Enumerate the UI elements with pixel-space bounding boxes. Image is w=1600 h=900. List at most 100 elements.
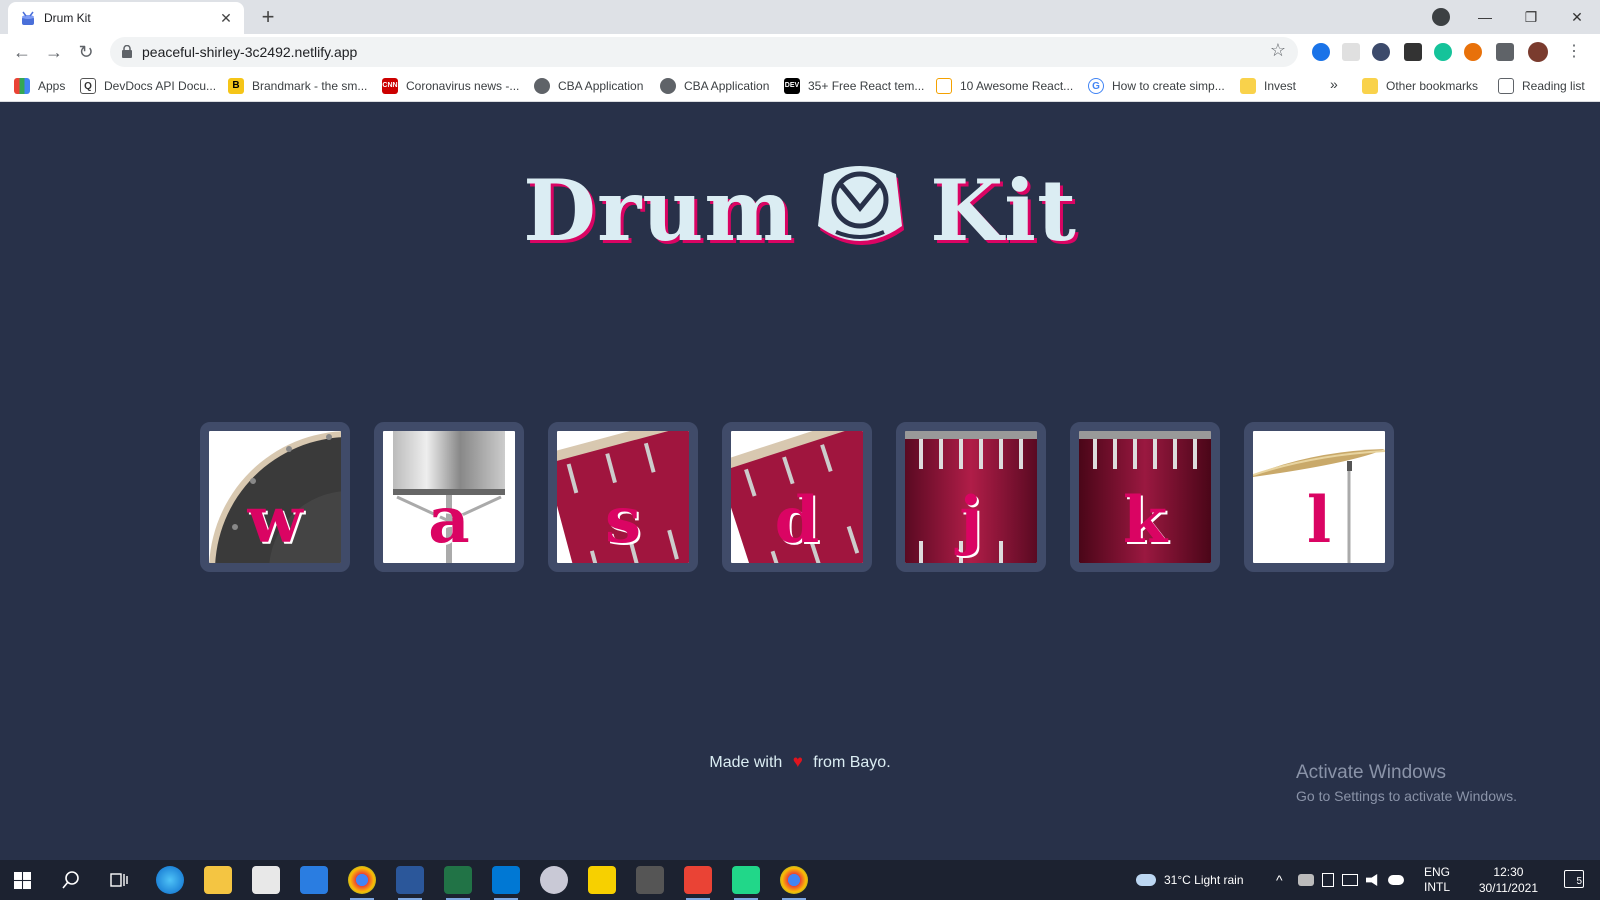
word-icon[interactable]	[396, 866, 424, 900]
key-label-j: j	[959, 483, 983, 558]
edge-icon[interactable]	[156, 866, 184, 894]
bookmark-invest[interactable]: Invest	[1240, 78, 1296, 94]
globe-icon	[660, 78, 676, 94]
search-icon[interactable]	[62, 871, 80, 889]
folder-icon	[1240, 78, 1256, 94]
mail-icon[interactable]	[300, 866, 328, 894]
app-icon[interactable]	[636, 866, 664, 894]
close-window-button[interactable]: ✕	[1554, 0, 1600, 34]
url-text: peaceful-shirley-3c2492.netlify.app	[142, 44, 358, 60]
bookmark-other[interactable]: Other bookmarks	[1362, 78, 1478, 94]
key-label-a: a	[428, 483, 470, 558]
browser-tab[interactable]: Drum Kit ✕	[8, 2, 244, 34]
minimize-button[interactable]: —	[1462, 0, 1508, 34]
drum-button-k[interactable]: k	[1070, 422, 1220, 572]
devdocs-icon: Q	[80, 78, 96, 94]
tab-title: Drum Kit	[44, 11, 91, 25]
bookmark-cba-1[interactable]: CBA Application	[534, 78, 643, 94]
heart-icon: ♥	[792, 752, 803, 771]
browser-menu-button[interactable]: ⋮	[1560, 39, 1588, 65]
extension-icon-1[interactable]	[1312, 43, 1330, 61]
chrome-profile-icon[interactable]	[780, 866, 808, 900]
clock[interactable]: 12:30 30/11/2021	[1479, 864, 1538, 896]
extensions-puzzle-icon[interactable]	[1496, 43, 1514, 61]
brandmark-icon: B	[228, 78, 244, 94]
key-label-k: k	[1122, 483, 1168, 558]
weather-widget[interactable]: 31°C Light rain	[1136, 860, 1244, 900]
drum-button-l[interactable]: l	[1244, 422, 1394, 572]
extension-icon-3[interactable]	[1372, 43, 1390, 61]
task-view-icon[interactable]	[110, 872, 128, 888]
close-tab-icon[interactable]: ✕	[216, 8, 236, 28]
bookmark-devdocs[interactable]: Q DevDocs API Docu...	[80, 78, 216, 94]
notification-center-icon[interactable]: 5	[1564, 870, 1584, 888]
lock-icon	[122, 45, 132, 58]
tray-chevron-icon[interactable]: ^	[1276, 860, 1283, 900]
bookmark-how-to-create[interactable]: G How to create simp...	[1088, 78, 1225, 94]
profile-avatar[interactable]	[1528, 42, 1548, 62]
more-bookmarks-button[interactable]: »	[1330, 76, 1338, 92]
key-label-s: s	[604, 483, 642, 558]
footer-text-after: from Bayo.	[813, 754, 891, 771]
bookmark-brandmark[interactable]: B Brandmark - the sm...	[228, 78, 367, 94]
google-icon: G	[1088, 78, 1104, 94]
language-indicator[interactable]: ENG INTL	[1424, 865, 1450, 895]
drum-button-j[interactable]: j	[896, 422, 1046, 572]
tab-search-icon[interactable]	[1432, 8, 1450, 26]
reading-list-icon	[1498, 78, 1514, 94]
cnn-icon: CNN	[382, 78, 398, 94]
back-button[interactable]: ←	[8, 39, 36, 65]
reload-button[interactable]: ↻	[72, 39, 100, 65]
cloud-icon	[1136, 874, 1156, 886]
drum-button-a[interactable]: a	[374, 422, 524, 572]
bookmark-star-icon[interactable]: ☆	[1270, 40, 1286, 61]
weather-text: 31°C Light rain	[1164, 873, 1244, 887]
store-icon[interactable]	[252, 866, 280, 894]
key-label-l: l	[1306, 483, 1332, 558]
browser-toolbar: ← → ↻ peaceful-shirley-3c2492.netlify.ap…	[0, 34, 1600, 70]
windows-start-icon[interactable]	[14, 872, 31, 889]
bookmark-cba-2[interactable]: CBA Application	[660, 78, 769, 94]
bookmarks-bar: Apps Q DevDocs API Docu... B Brandmark -…	[0, 70, 1600, 102]
network-status-icon[interactable]	[1298, 874, 1314, 886]
gmail-icon[interactable]	[684, 866, 712, 900]
onedrive-icon[interactable]	[1388, 875, 1404, 885]
sticky-notes-icon[interactable]	[588, 866, 616, 894]
address-bar[interactable]: peaceful-shirley-3c2492.netlify.app ☆	[110, 37, 1298, 67]
volume-icon[interactable]	[1366, 874, 1378, 886]
paint-icon[interactable]	[540, 866, 568, 894]
extension-icon-2[interactable]	[1342, 43, 1360, 61]
new-tab-button[interactable]: +	[254, 4, 282, 32]
vscode-icon[interactable]	[492, 866, 520, 900]
forward-button[interactable]: →	[40, 39, 68, 65]
system-tray-icons	[1298, 860, 1404, 900]
drum-button-d[interactable]: d	[722, 422, 872, 572]
watermark-subtitle: Go to Settings to activate Windows.	[1296, 788, 1517, 804]
battery-icon[interactable]	[1322, 873, 1334, 887]
bookmark-react-templates[interactable]: DEV 35+ Free React tem...	[784, 78, 924, 94]
title-drum: Drum	[523, 160, 795, 260]
chrome-icon[interactable]	[348, 866, 376, 900]
clock-date: 30/11/2021	[1478, 881, 1538, 895]
extension-icon-6[interactable]	[1464, 43, 1482, 61]
globe-icon	[534, 78, 550, 94]
drum-button-w[interactable]: w	[200, 422, 350, 572]
wifi-icon[interactable]	[1342, 874, 1358, 886]
dev-icon: DEV	[784, 78, 800, 94]
bookmark-reading-list[interactable]: Reading list	[1498, 78, 1585, 94]
file-explorer-icon[interactable]	[204, 866, 232, 894]
drum-buttons: w a s d j k l	[200, 422, 1394, 572]
bookmark-apps[interactable]: Apps	[14, 78, 65, 94]
extension-icon-4[interactable]	[1404, 43, 1422, 61]
pycharm-icon[interactable]	[732, 866, 760, 900]
key-label-d: d	[774, 483, 820, 558]
bookmark-coronavirus[interactable]: CNN Coronavirus news -...	[382, 78, 519, 94]
browser-tab-bar: Drum Kit ✕ + — ❐ ✕	[0, 0, 1600, 34]
drum-button-s[interactable]: s	[548, 422, 698, 572]
drum-favicon-icon	[22, 11, 34, 25]
grammarly-icon[interactable]	[1434, 43, 1452, 61]
apps-grid-icon	[14, 78, 30, 94]
bookmark-awesome-react[interactable]: 10 Awesome React...	[936, 78, 1073, 94]
excel-icon[interactable]	[444, 866, 472, 900]
restore-button[interactable]: ❐	[1508, 0, 1554, 34]
